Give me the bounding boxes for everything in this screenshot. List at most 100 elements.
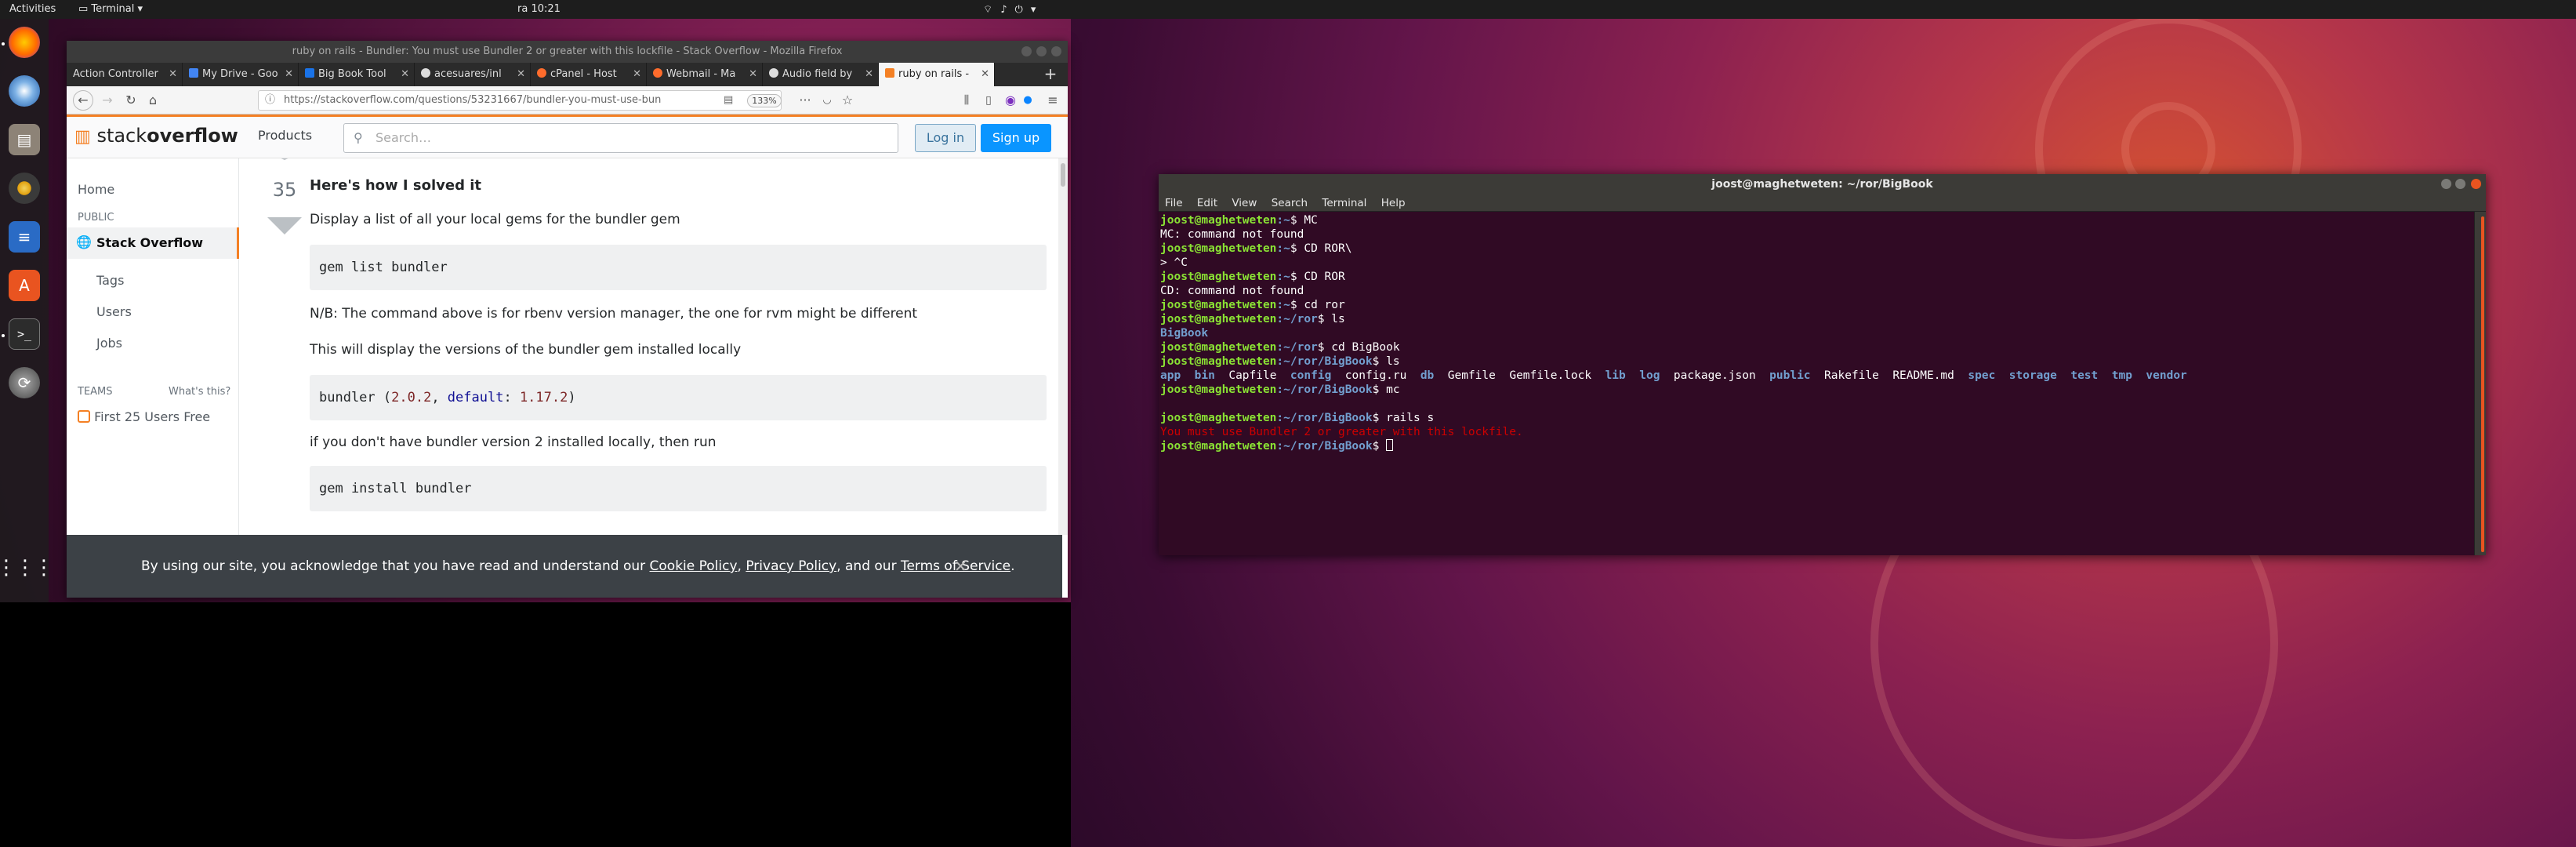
page-scrollbar[interactable] bbox=[1058, 158, 1068, 535]
close-tab-icon[interactable]: ✕ bbox=[285, 63, 293, 86]
app-menu[interactable]: ▭ Terminal ▾ bbox=[78, 3, 143, 15]
browser-tab[interactable]: Webmail - Ma ✕ bbox=[647, 63, 763, 86]
reload-button[interactable]: ↻ bbox=[122, 91, 140, 110]
update-icon[interactable]: ⟳ bbox=[9, 367, 40, 398]
terminal-titlebar[interactable]: joost@maghetweten: ~/ror/BigBook bbox=[1159, 174, 2486, 194]
terminal-scrollbar[interactable] bbox=[2474, 212, 2486, 555]
info-icon[interactable]: ⓘ bbox=[265, 91, 275, 110]
command-text: $ ls bbox=[1372, 355, 1400, 368]
firefox-icon[interactable] bbox=[9, 27, 40, 58]
extension-icon[interactable]: ◉ bbox=[1001, 91, 1020, 110]
menu-view[interactable]: View bbox=[1232, 197, 1257, 209]
nav-stackoverflow[interactable]: 🌐 Stack Overflow bbox=[67, 227, 239, 259]
close-tab-icon[interactable]: ✕ bbox=[633, 63, 641, 86]
minimize-button[interactable] bbox=[1021, 46, 1032, 56]
close-tab-icon[interactable]: ✕ bbox=[865, 63, 873, 86]
nav-users[interactable]: Users bbox=[96, 304, 132, 319]
browser-tab-active[interactable]: ruby on rails - ✕ bbox=[879, 63, 995, 86]
vote-up-partial[interactable] bbox=[267, 158, 302, 160]
github-icon bbox=[769, 68, 778, 78]
browser-tab[interactable]: cPanel - Host ✕ bbox=[531, 63, 647, 86]
maximize-button[interactable] bbox=[1036, 46, 1047, 56]
back-button[interactable]: ← bbox=[73, 90, 93, 111]
terminal-window: joost@maghetweten: ~/ror/BigBook File Ed… bbox=[1159, 174, 2486, 555]
nav-tags[interactable]: Tags bbox=[96, 273, 124, 288]
browser-tab[interactable]: Audio field by ✕ bbox=[763, 63, 879, 86]
code-text: , bbox=[431, 390, 448, 405]
close-tab-icon[interactable]: ✕ bbox=[401, 63, 409, 86]
close-tab-icon[interactable]: ✕ bbox=[517, 63, 525, 86]
cookie-policy-link[interactable]: Cookie Policy bbox=[650, 558, 738, 574]
login-button[interactable]: Log in bbox=[915, 124, 976, 152]
rhythmbox-icon[interactable] bbox=[9, 173, 40, 204]
close-button[interactable] bbox=[1051, 46, 1061, 56]
vote-down-button[interactable] bbox=[267, 217, 302, 234]
home-button[interactable]: ⌂ bbox=[143, 91, 162, 110]
whats-this-link[interactable]: What's this? bbox=[169, 386, 230, 398]
scrollbar-thumb[interactable] bbox=[1061, 163, 1065, 187]
url-bar[interactable]: ⓘ https://stackoverflow.com/questions/53… bbox=[258, 90, 782, 111]
browser-tab[interactable]: Big Book Tool ✕ bbox=[299, 63, 415, 86]
activities-button[interactable]: Activities bbox=[9, 3, 56, 15]
stackoverflow-logo[interactable]: ▥ stackoverflow bbox=[74, 125, 238, 147]
reader-view-icon[interactable]: ▤ bbox=[724, 94, 733, 106]
browser-tab[interactable]: acesuares/inl ✕ bbox=[415, 63, 531, 86]
software-icon[interactable]: A bbox=[9, 270, 40, 301]
library-icon[interactable]: ⫼ bbox=[957, 91, 976, 110]
clock[interactable]: ra 10:21 bbox=[517, 3, 561, 15]
prompt-path: :~ bbox=[1276, 242, 1290, 255]
cpanel-icon bbox=[537, 68, 546, 78]
terminal-icon[interactable]: >_ bbox=[9, 318, 40, 350]
close-tab-icon[interactable]: ✕ bbox=[169, 63, 177, 86]
close-tab-icon[interactable]: ✕ bbox=[749, 63, 757, 86]
tab-label: My Drive - Goo bbox=[202, 68, 278, 80]
show-apps-icon[interactable]: ⋮⋮⋮ bbox=[0, 552, 54, 583]
system-tray[interactable]: ⌔♪⏻▾ bbox=[983, 3, 1043, 16]
products-link[interactable]: Products bbox=[258, 128, 312, 143]
directory-entry: storage bbox=[2008, 369, 2057, 382]
menu-help[interactable]: Help bbox=[1381, 197, 1406, 209]
vote-count: 35 bbox=[272, 179, 297, 201]
pocket-icon[interactable]: ◡ bbox=[818, 91, 836, 110]
cookie-text: By using our site, you acknowledge that … bbox=[141, 535, 1014, 598]
search-input[interactable]: ⚲ Search… bbox=[343, 123, 898, 153]
sidebar-icon[interactable]: ▯ bbox=[979, 91, 998, 110]
hamburger-menu-icon[interactable]: ≡ bbox=[1043, 91, 1062, 110]
browser-tab[interactable]: Action Controller ✕ bbox=[67, 63, 183, 86]
thunderbird-icon[interactable] bbox=[9, 75, 40, 107]
writer-icon[interactable]: ≡ bbox=[9, 221, 40, 253]
firefox-titlebar[interactable]: ruby on rails - Bundler: You must use Bu… bbox=[67, 41, 1068, 63]
page-actions-icon[interactable]: ··· bbox=[796, 91, 815, 110]
directory-entry: db bbox=[1420, 369, 1435, 382]
privacy-policy-link[interactable]: Privacy Policy bbox=[746, 558, 836, 574]
bookmark-star-icon[interactable]: ☆ bbox=[838, 91, 857, 110]
close-button[interactable] bbox=[2471, 179, 2481, 189]
signup-button[interactable]: Sign up bbox=[981, 124, 1051, 152]
terminal-line: joost@maghetweten:~$ CD ROR\ bbox=[1160, 242, 2473, 256]
menu-terminal[interactable]: Terminal bbox=[1322, 197, 1366, 209]
scrollbar-thumb[interactable] bbox=[2481, 216, 2484, 552]
zoom-indicator[interactable]: 133% bbox=[747, 94, 782, 107]
account-icon[interactable]: ● bbox=[1018, 91, 1037, 110]
prompt-user: joost@maghetweten bbox=[1160, 355, 1277, 368]
minimize-button[interactable] bbox=[2441, 179, 2451, 189]
terminal-line: > ^C bbox=[1160, 256, 2473, 270]
menu-file[interactable]: File bbox=[1165, 197, 1183, 209]
teams-free-link[interactable]: First 25 Users Free bbox=[78, 409, 210, 424]
new-tab-button[interactable]: + bbox=[1039, 63, 1062, 86]
command-text: $ rails s bbox=[1372, 412, 1435, 424]
menu-search[interactable]: Search bbox=[1272, 197, 1308, 209]
close-tab-icon[interactable]: ✕ bbox=[981, 63, 989, 86]
maximize-button[interactable] bbox=[2455, 179, 2465, 189]
code-text: ) bbox=[568, 390, 576, 405]
menu-edit[interactable]: Edit bbox=[1197, 197, 1217, 209]
logo-text-b: overflow bbox=[147, 125, 238, 147]
files-icon[interactable]: ▤ bbox=[9, 124, 40, 155]
close-icon[interactable]: ✕ bbox=[954, 535, 967, 598]
terminal-output[interactable]: joost@maghetweten:~$ MC MC: command not f… bbox=[1159, 212, 2474, 555]
nav-jobs[interactable]: Jobs bbox=[96, 336, 122, 351]
forward-button[interactable]: → bbox=[98, 91, 117, 110]
browser-tab[interactable]: My Drive - Goo ✕ bbox=[183, 63, 299, 86]
prompt-user: joost@maghetweten bbox=[1160, 440, 1277, 453]
nav-home[interactable]: Home bbox=[78, 182, 114, 197]
